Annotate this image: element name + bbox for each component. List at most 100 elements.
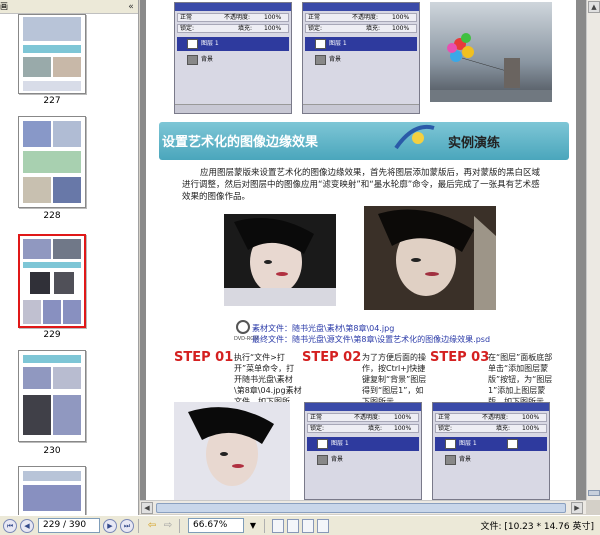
zoom-dropdown-icon[interactable]: ▼ xyxy=(246,519,260,533)
vertical-scrollbar[interactable]: ▲ xyxy=(586,0,600,500)
first-page-button[interactable]: ⏮ xyxy=(3,518,17,533)
last-page-button[interactable]: ⏭ xyxy=(120,518,134,533)
layer-row-0: 背景 xyxy=(435,453,547,467)
layer-mask-thumbnail xyxy=(507,439,518,449)
thumb-content-block xyxy=(53,395,81,435)
layer-thumbnail xyxy=(445,455,456,465)
swoosh-icon xyxy=(394,125,435,150)
thumb-content-block xyxy=(23,355,81,363)
previous-page-button[interactable]: ◀ xyxy=(20,518,34,533)
thumb-content-block xyxy=(53,57,81,77)
page-thumbnail-229[interactable] xyxy=(18,234,86,328)
fill-value: 100% xyxy=(522,425,540,432)
thumbnail-label: 229 xyxy=(43,330,61,340)
scroll-right-arrow[interactable]: ▶ xyxy=(571,502,583,514)
page-thumbnail-231[interactable] xyxy=(18,466,86,515)
thumb-content-block xyxy=(53,367,81,389)
next-page-button[interactable]: ▶ xyxy=(103,518,117,533)
page-thumbnail-228[interactable] xyxy=(18,116,86,208)
layer-thumbnail xyxy=(315,55,326,65)
horizontal-scrollbar[interactable]: ◀ ▶ xyxy=(140,500,586,514)
layer-name: 图层 1 xyxy=(331,440,349,447)
page-number-field[interactable]: 229 / 390 xyxy=(38,518,100,533)
blend-mode-value: 正常 xyxy=(180,14,193,21)
thumb-content-block xyxy=(43,300,61,324)
portrait-art-illustration xyxy=(364,206,496,310)
collapse-pane-button[interactable]: « xyxy=(125,1,137,13)
layer-thumbnail xyxy=(187,39,198,49)
layer-name: 背景 xyxy=(329,56,342,63)
opacity-value: 100% xyxy=(394,414,412,421)
toolbar-separator xyxy=(179,518,180,533)
lock-label: 锁定: xyxy=(180,25,195,32)
thumb-content-block xyxy=(30,272,50,294)
thumb-content-block xyxy=(63,300,81,324)
panel-title-bar xyxy=(305,403,421,411)
zoom-select[interactable]: 66.67% xyxy=(188,518,244,533)
blend-mode-row: 正常 不透明度: 100% xyxy=(435,413,547,422)
horizontal-scroll-thumb[interactable] xyxy=(156,503,566,513)
layer-name: 背景 xyxy=(459,456,472,463)
layer-name: 背景 xyxy=(331,456,344,463)
lock-fill-row: 锁定: 填充: 100% xyxy=(307,424,419,433)
opacity-value: 100% xyxy=(392,14,410,21)
fill-value: 100% xyxy=(394,425,412,432)
lock-fill-row: 锁定: 填充: 100% xyxy=(177,24,289,33)
vertical-scroll-thumb[interactable] xyxy=(588,490,600,496)
blend-mode-value: 正常 xyxy=(310,414,323,421)
ps-layers-panel-top-right: 正常 不透明度: 100% 锁定: 填充: 100% 图层 1 背景 xyxy=(302,2,420,114)
thumb-content-block xyxy=(23,17,81,41)
back-arrow-icon[interactable]: ⇦ xyxy=(145,519,159,533)
layer-thumbnail xyxy=(317,439,328,449)
continuous-view-icon[interactable] xyxy=(287,518,299,533)
layer-row-1: 图层 1 xyxy=(435,437,547,451)
single-page-view-icon[interactable] xyxy=(272,518,284,533)
scroll-up-arrow[interactable]: ▲ xyxy=(588,1,600,13)
thumbnail-pane: 画 « 227 228 229 230 xyxy=(0,0,139,515)
pdf-reader-window: 画 « 227 228 229 230 正常 不透明度: 100% 锁定: 填充… xyxy=(0,0,600,535)
lock-label: 锁定: xyxy=(438,425,453,432)
document-viewer[interactable]: 正常 不透明度: 100% 锁定: 填充: 100% 图层 1 背景 正常 不透… xyxy=(140,0,586,500)
scroll-left-arrow[interactable]: ◀ xyxy=(141,502,153,514)
layer-row-1: 图层 1 xyxy=(307,437,419,451)
lock-fill-row: 锁定: 填充: 100% xyxy=(435,424,547,433)
step-02-text: 为了方便后面的操作，按Ctrl+J快捷键复制“背景”图层得到“图层1”，如下图所… xyxy=(362,353,427,406)
panel-footer xyxy=(303,104,419,113)
page-thumbnail-230[interactable] xyxy=(18,350,86,442)
step-02-label: STEP 02 xyxy=(302,350,362,365)
panel-title-bar xyxy=(303,3,419,11)
thumb-content-block xyxy=(23,262,81,268)
thumb-content-block xyxy=(23,57,51,77)
thumb-content-block xyxy=(53,121,81,147)
lock-label: 锁定: xyxy=(308,25,323,32)
thumbnail-label: 228 xyxy=(43,211,61,221)
portrait-original xyxy=(224,214,336,306)
thumbnail-label: 230 xyxy=(43,446,61,456)
blend-mode-row: 正常 不透明度: 100% xyxy=(305,13,417,22)
fill-label: 填充: xyxy=(366,25,381,32)
fill-label: 填充: xyxy=(238,25,253,32)
step-01-portrait xyxy=(174,402,290,500)
thumb-content-block xyxy=(23,395,51,435)
ps-layers-panel-step-02: 正常 不透明度: 100% 锁定: 填充: 100% 图层 1 背景 xyxy=(304,402,422,500)
portrait-result xyxy=(364,206,496,310)
facing-view-icon[interactable] xyxy=(302,518,314,533)
layer-thumbnail xyxy=(187,55,198,65)
layer-name: 背景 xyxy=(201,56,214,63)
layer-thumbnail xyxy=(445,439,456,449)
opacity-value: 100% xyxy=(264,14,282,21)
page-thumbnail-227[interactable] xyxy=(18,14,86,94)
thumbnail-label: 227 xyxy=(43,96,61,106)
continuous-facing-view-icon[interactable] xyxy=(317,518,329,533)
thumb-content-block xyxy=(23,45,81,53)
panel-title-bar xyxy=(175,3,291,11)
layer-thumbnail xyxy=(315,39,326,49)
toolbar-separator xyxy=(264,518,265,533)
thumb-content-block xyxy=(23,239,51,259)
file-info: 素材文件：随书光盘\素材\第8章\04.jpg 最终文件：随书光盘\源文件\第8… xyxy=(252,323,490,345)
thumb-content-block xyxy=(23,81,81,91)
step-03-text: 在“图层”面板底部单击“添加图层蒙版”按钮，为“图层1”添加上图层蒙版，如下图所… xyxy=(488,353,553,406)
pane-tab-label[interactable]: 画 xyxy=(0,0,10,14)
intro-paragraph: 应用图层蒙版来设置艺术化的图像边缘效果，首先将图层添加蒙版后，再对蒙版的黑白区域… xyxy=(182,168,541,202)
forward-arrow-icon[interactable]: ⇨ xyxy=(161,519,175,533)
